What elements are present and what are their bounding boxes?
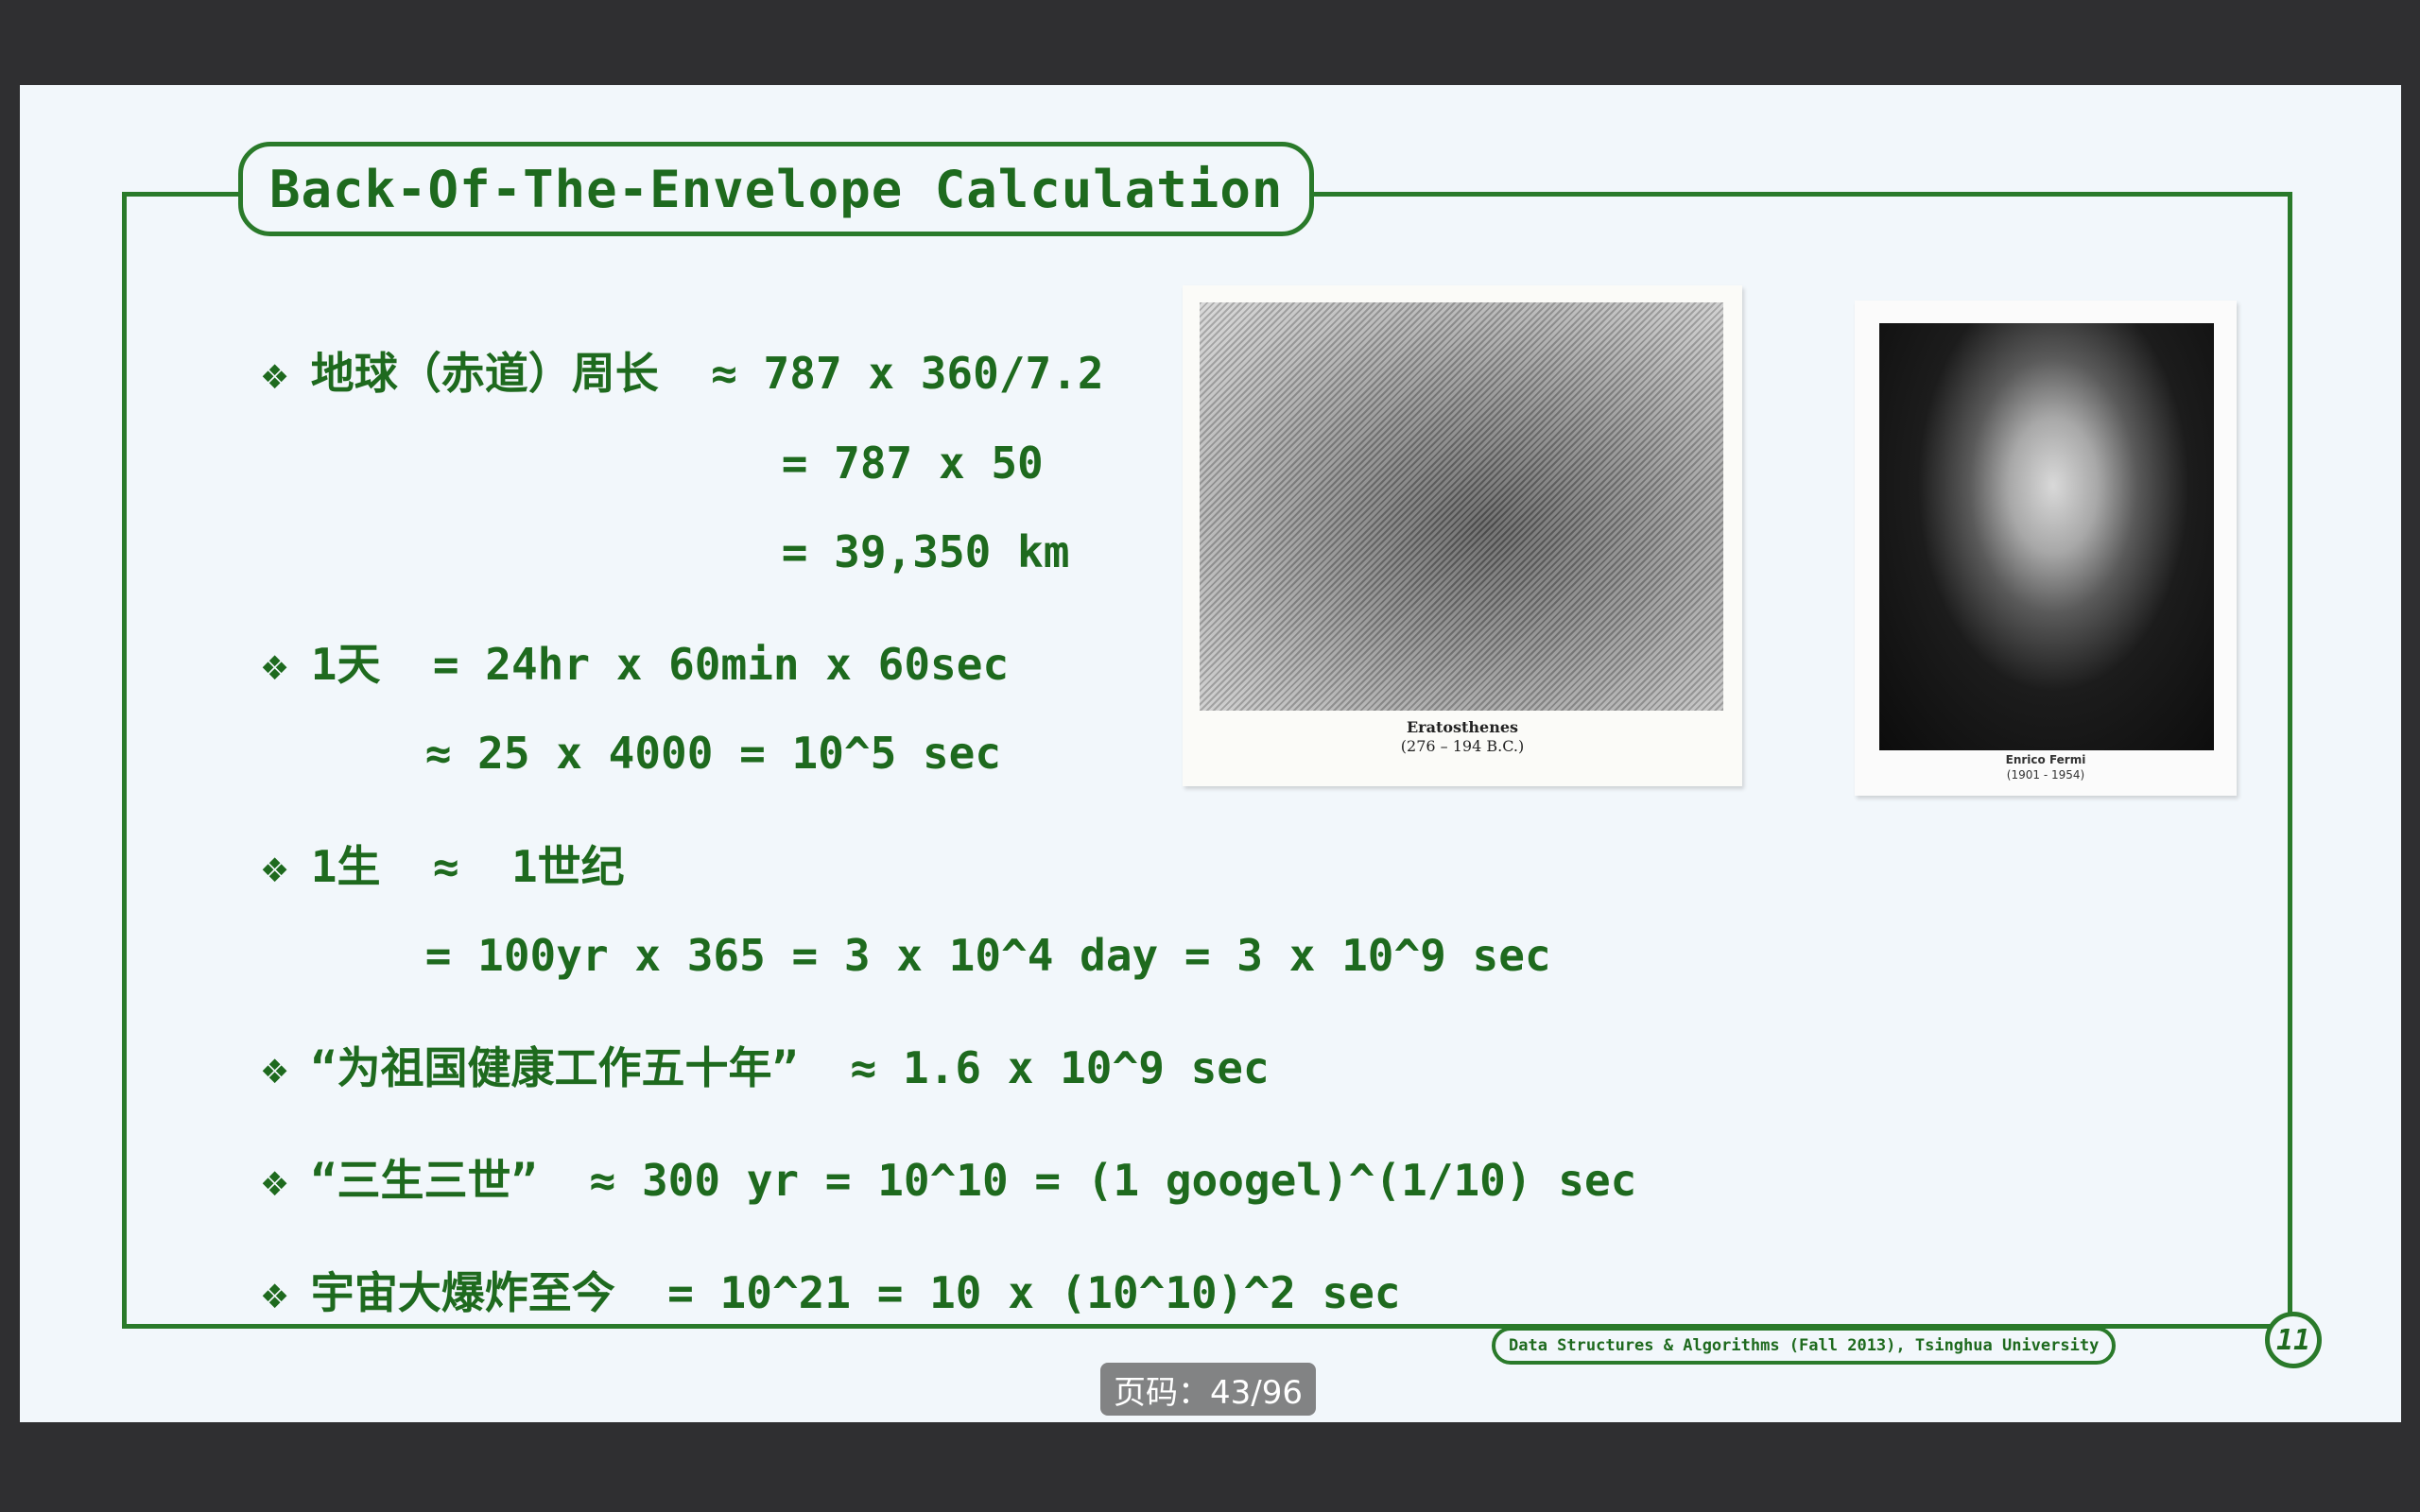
eratosthenes-photo: Eratosthenes (276 – 194 B.C.) [1183,285,1742,786]
bullet-icon: ❖ [261,1267,288,1318]
photo-caption-dates: (1901 - 1954) [2006,768,2085,782]
photo-caption-name: Eratosthenes [1406,718,1519,736]
photo-caption-name: Enrico Fermi [2005,753,2086,766]
bullet-icon: ❖ [261,841,288,892]
line-text: 宇宙大爆炸至今 = 10^21 = 10 x (10^10)^2 sec [310,1267,1401,1318]
bullet-icon: ❖ [261,1155,288,1206]
bullet-icon: ❖ [261,348,288,399]
eratosthenes-engraving-image [1200,302,1723,711]
line-text: “三生三世” ≈ 300 yr = 10^10 = (1 googel)^(1/… [310,1155,1637,1206]
slide-title: Back-Of-The-Envelope Calculation [238,142,1315,236]
line-text: ≈ 25 x 4000 = 10^5 sec [424,728,1002,779]
photo-caption-dates: (276 – 194 B.C.) [1400,737,1525,755]
photo-caption: Eratosthenes (276 – 194 B.C.) [1183,718,1742,756]
photo-caption: Enrico Fermi (1901 - 1954) [1855,752,2237,782]
bullet-icon: ❖ [261,1042,288,1093]
fermi-portrait-image [1879,323,2214,750]
bullet-line-6: ❖ 宇宙大爆炸至今 = 10^21 = 10 x (10^10)^2 sec [157,1208,1401,1378]
bullet-icon: ❖ [261,639,288,690]
slide: Back-Of-The-Envelope Calculation ❖ 地球（赤道）… [20,85,2401,1422]
page-indicator: 页码：43/96 [1100,1363,1316,1416]
line-text: = 39,350 km [781,526,1070,577]
line-text: = 100yr x 365 = 3 x 10^4 day = 3 x 10^9 … [424,930,1551,981]
slide-page-number: 11 [2265,1312,2322,1368]
slide-footer: Data Structures & Algorithms (Fall 2013)… [1492,1327,2117,1365]
fermi-photo: Enrico Fermi (1901 - 1954) [1855,301,2237,796]
line-text: “为祖国健康工作五十年” ≈ 1.6 x 10^9 sec [310,1042,1270,1093]
